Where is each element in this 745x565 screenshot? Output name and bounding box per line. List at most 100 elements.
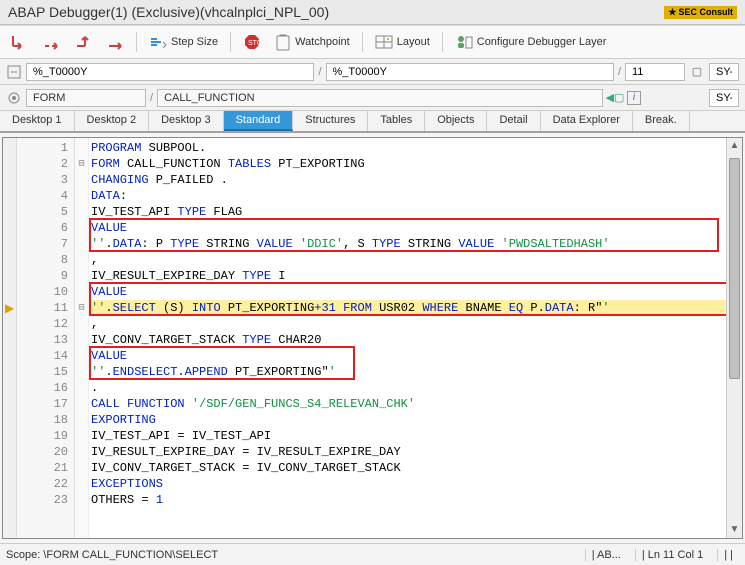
fold-toggle <box>75 412 88 428</box>
status-mode: | AB... <box>585 549 627 561</box>
program-field-b[interactable] <box>326 63 614 81</box>
line-number: 23 <box>17 492 74 508</box>
tab-break-[interactable]: Break. <box>633 111 690 131</box>
scroll-up-icon[interactable]: ▲ <box>727 138 742 154</box>
layout-label: Layout <box>397 36 430 48</box>
code-line[interactable]: ''.ENDSELECT.APPEND PT_EXPORTING"' <box>89 364 726 380</box>
code-line[interactable]: EXCEPTIONS <box>89 476 726 492</box>
layout-button[interactable]: Layout <box>371 33 434 51</box>
nav-back-icon[interactable]: ◀▢ <box>607 90 623 106</box>
code-line[interactable]: VALUE <box>89 284 726 300</box>
stop-button[interactable]: STOP <box>239 31 265 53</box>
code-editor: ▶ 1234567891011121314151617181920212223 … <box>2 137 743 539</box>
sec-consult-badge: SEC Consult <box>664 6 737 19</box>
code-line[interactable]: IV_RESULT_EXPIRE_DAY = IV_RESULT_EXPIRE_… <box>89 444 726 460</box>
code-line[interactable]: . <box>89 380 726 396</box>
line-number: 14 <box>17 348 74 364</box>
fold-toggle <box>75 284 88 300</box>
code-line[interactable]: OTHERS = 1 <box>89 492 726 508</box>
line-number: 8 <box>17 252 74 268</box>
step-out-icon[interactable] <box>70 31 96 53</box>
fold-toggle <box>75 172 88 188</box>
line-number: 3 <box>17 172 74 188</box>
fold-toggle <box>75 396 88 412</box>
fold-toggle <box>75 348 88 364</box>
fold-toggle <box>75 444 88 460</box>
sy-field-2[interactable] <box>709 89 739 107</box>
code-line[interactable]: , <box>89 316 726 332</box>
vertical-scrollbar[interactable]: ▲ ▼ <box>726 138 742 538</box>
tab-detail[interactable]: Detail <box>487 111 540 131</box>
code-line[interactable]: IV_CONV_TARGET_STACK = IV_CONV_TARGET_ST… <box>89 460 726 476</box>
line-number: 20 <box>17 444 74 460</box>
main-toolbar: Step Size STOP Watchpoint Layout Configu… <box>0 25 745 59</box>
tab-desktop-1[interactable]: Desktop 1 <box>0 111 75 131</box>
scroll-track[interactable] <box>727 154 742 522</box>
toggle-source-icon[interactable] <box>6 64 22 80</box>
status-scope: Scope: \FORM CALL_FUNCTION\SELECT <box>6 549 218 561</box>
code-line[interactable]: FORM CALL_FUNCTION TABLES PT_EXPORTING <box>89 156 726 172</box>
line-number: 17 <box>17 396 74 412</box>
code-line[interactable]: IV_TEST_API = IV_TEST_API <box>89 428 726 444</box>
fold-toggle[interactable]: ⊟ <box>75 300 88 316</box>
continue-icon[interactable] <box>102 31 128 53</box>
fold-toggle <box>75 428 88 444</box>
step-size-button[interactable]: Step Size <box>145 33 222 51</box>
code-line[interactable]: VALUE <box>89 220 726 236</box>
fold-toggle[interactable]: ⊟ <box>75 156 88 172</box>
watchpoint-label: Watchpoint <box>295 36 350 48</box>
form-type-field <box>26 89 146 107</box>
code-line[interactable]: DATA: <box>89 188 726 204</box>
svg-text:STOP: STOP <box>248 40 261 47</box>
code-line[interactable]: CHANGING P_FAILED . <box>89 172 726 188</box>
scroll-thumb[interactable] <box>729 158 740 379</box>
code-area[interactable]: PROGRAM SUBPOOL.FORM CALL_FUNCTION TABLE… <box>89 138 726 538</box>
fold-gutter[interactable]: ⊟⊟ <box>75 138 89 538</box>
code-line[interactable]: VALUE <box>89 348 726 364</box>
settings-icon[interactable] <box>6 90 22 106</box>
code-line[interactable]: IV_RESULT_EXPIRE_DAY TYPE I <box>89 268 726 284</box>
status-end: | | <box>717 549 739 561</box>
scroll-down-icon[interactable]: ▼ <box>727 522 742 538</box>
goto-icon[interactable]: ▢ <box>689 64 705 80</box>
tab-structures[interactable]: Structures <box>293 111 368 131</box>
tab-desktop-3[interactable]: Desktop 3 <box>149 111 224 131</box>
program-field-a[interactable] <box>26 63 314 81</box>
code-line[interactable]: IV_TEST_API TYPE FLAG <box>89 204 726 220</box>
code-line[interactable]: IV_CONV_TARGET_STACK TYPE CHAR20 <box>89 332 726 348</box>
code-line[interactable]: ''.SELECT (S) INTO PT_EXPORTING+31 FROM … <box>89 300 726 316</box>
configure-debugger-button[interactable]: Configure Debugger Layer <box>451 32 611 52</box>
nav-separator: / <box>618 66 621 78</box>
breakpoint-gutter[interactable]: ▶ <box>3 138 17 538</box>
fold-toggle <box>75 316 88 332</box>
tab-objects[interactable]: Objects <box>425 111 487 131</box>
code-line[interactable]: CALL FUNCTION '/SDF/GEN_FUNCS_S4_RELEVAN… <box>89 396 726 412</box>
tab-standard[interactable]: Standard <box>224 111 294 131</box>
code-line[interactable]: PROGRAM SUBPOOL. <box>89 140 726 156</box>
line-number: 12 <box>17 316 74 332</box>
code-line[interactable]: EXPORTING <box>89 412 726 428</box>
line-field[interactable] <box>625 63 685 81</box>
line-number: 15 <box>17 364 74 380</box>
sy-field-1[interactable] <box>709 63 739 81</box>
code-line[interactable]: , <box>89 252 726 268</box>
form-name-field <box>157 89 603 107</box>
fold-toggle <box>75 332 88 348</box>
line-number: 21 <box>17 460 74 476</box>
line-number: 18 <box>17 412 74 428</box>
step-into-icon[interactable] <box>6 31 32 53</box>
line-number: 11 <box>17 300 74 316</box>
tab-data-explorer[interactable]: Data Explorer <box>541 111 633 131</box>
watchpoint-button[interactable]: Watchpoint <box>271 31 354 53</box>
nav-separator: / <box>318 66 321 78</box>
fold-toggle <box>75 140 88 156</box>
line-number: 22 <box>17 476 74 492</box>
step-over-icon[interactable] <box>38 31 64 53</box>
tab-tables[interactable]: Tables <box>368 111 425 131</box>
title-bar: ABAP Debugger(1) (Exclusive)(vhcalnplci_… <box>0 0 745 25</box>
tab-desktop-2[interactable]: Desktop 2 <box>75 111 150 131</box>
fold-toggle <box>75 380 88 396</box>
info-icon[interactable]: i <box>627 91 641 105</box>
status-bar: Scope: \FORM CALL_FUNCTION\SELECT | AB..… <box>0 543 745 565</box>
code-line[interactable]: ''.DATA: P TYPE STRING VALUE 'DDIC', S T… <box>89 236 726 252</box>
